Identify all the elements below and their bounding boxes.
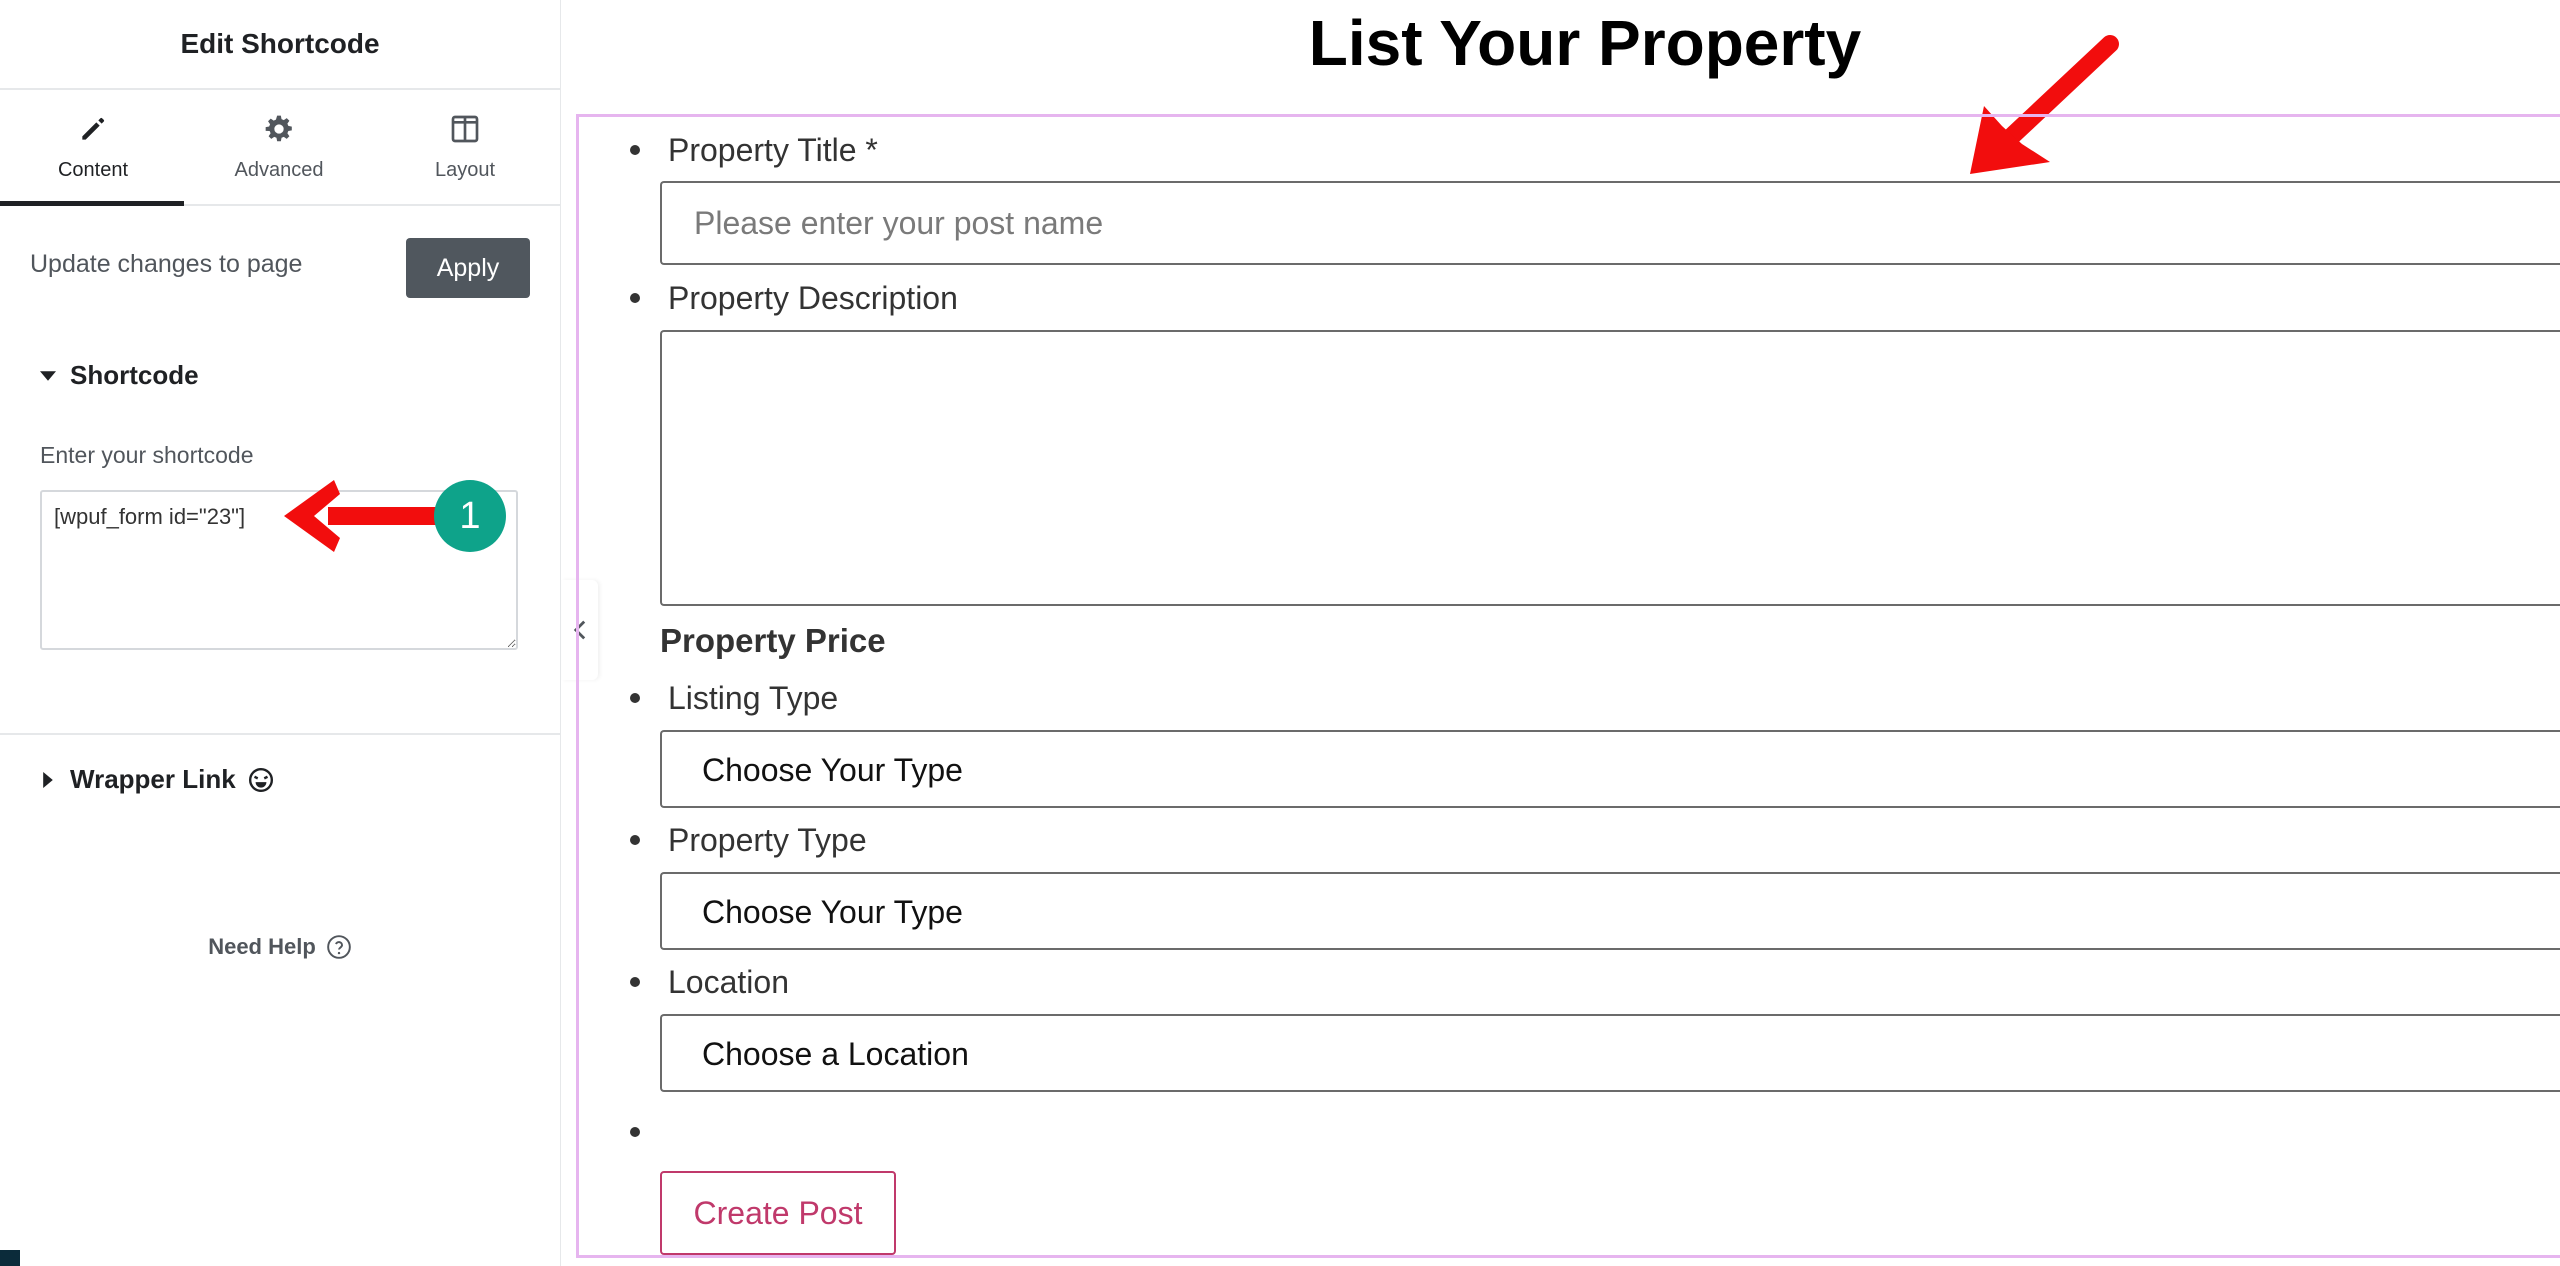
section-shortcode-toggle[interactable]: Shortcode (40, 360, 199, 391)
annotation-badge: 1 (434, 480, 506, 552)
panel-tabs: Content Advanced Layout (0, 90, 560, 206)
property-type-select[interactable]: Choose Your Type (660, 872, 2560, 950)
list-bullet (630, 693, 640, 703)
tab-label: Advanced (234, 158, 324, 181)
listing-type-select[interactable]: Choose Your Type (660, 730, 2560, 808)
need-help-link[interactable]: Need Help (0, 934, 560, 960)
caret-right-icon (43, 771, 53, 788)
property-title-placeholder: Please enter your post name (694, 205, 1104, 241)
field-label-location: Location (668, 964, 789, 1000)
location-selected: Choose a Location (702, 1036, 969, 1072)
emoji-face-icon (248, 767, 273, 792)
page-title: List Your Property (1308, 7, 1862, 79)
tab-label: Content (57, 158, 129, 181)
section-wrapper-link-toggle[interactable]: Wrapper Link (40, 764, 274, 795)
listing-type-selected: Choose Your Type (702, 752, 963, 788)
panel-title: Edit Shortcode (0, 0, 560, 90)
apply-button[interactable]: Apply (406, 238, 530, 298)
shortcode-label: Enter your shortcode (40, 442, 254, 468)
gear-icon (265, 115, 292, 141)
property-type-selected: Choose Your Type (702, 894, 963, 930)
tab-advanced[interactable]: Advanced (186, 90, 372, 204)
list-bullet (630, 835, 640, 845)
tab-content[interactable]: Content (0, 90, 186, 206)
list-bullet (630, 1127, 640, 1137)
field-label-property-type: Property Type (668, 822, 867, 858)
list-bullet (630, 977, 640, 987)
property-description-textarea[interactable] (660, 330, 2560, 606)
property-title-input[interactable]: Please enter your post name (660, 181, 2560, 265)
pencil-icon (82, 117, 105, 140)
section-shortcode-title: Shortcode (70, 360, 199, 390)
create-post-button[interactable]: Create Post (660, 1171, 896, 1255)
need-help-label: Need Help (208, 934, 316, 959)
update-changes-label: Update changes to page (30, 250, 303, 278)
window-corner (0, 1250, 20, 1266)
section-wrapper-link-title: Wrapper Link (70, 764, 236, 794)
annotation-arrow-left-icon (284, 480, 458, 552)
property-price-heading: Property Price (660, 622, 886, 659)
editor-panel: Edit Shortcode Content Advanced Layout U… (0, 0, 561, 1266)
field-label-property-description: Property Description (668, 280, 958, 316)
layout-icon (451, 115, 479, 142)
list-bullet (630, 145, 640, 155)
caret-down-icon (40, 370, 56, 381)
tab-layout[interactable]: Layout (372, 90, 558, 204)
section-divider (0, 733, 560, 735)
field-label-property-title: Property Title * (668, 132, 878, 168)
field-label-listing-type: Listing Type (668, 680, 839, 716)
help-icon (326, 935, 351, 959)
tab-label: Layout (434, 158, 496, 181)
location-select[interactable]: Choose a Location (660, 1014, 2560, 1092)
list-bullet (630, 293, 640, 303)
